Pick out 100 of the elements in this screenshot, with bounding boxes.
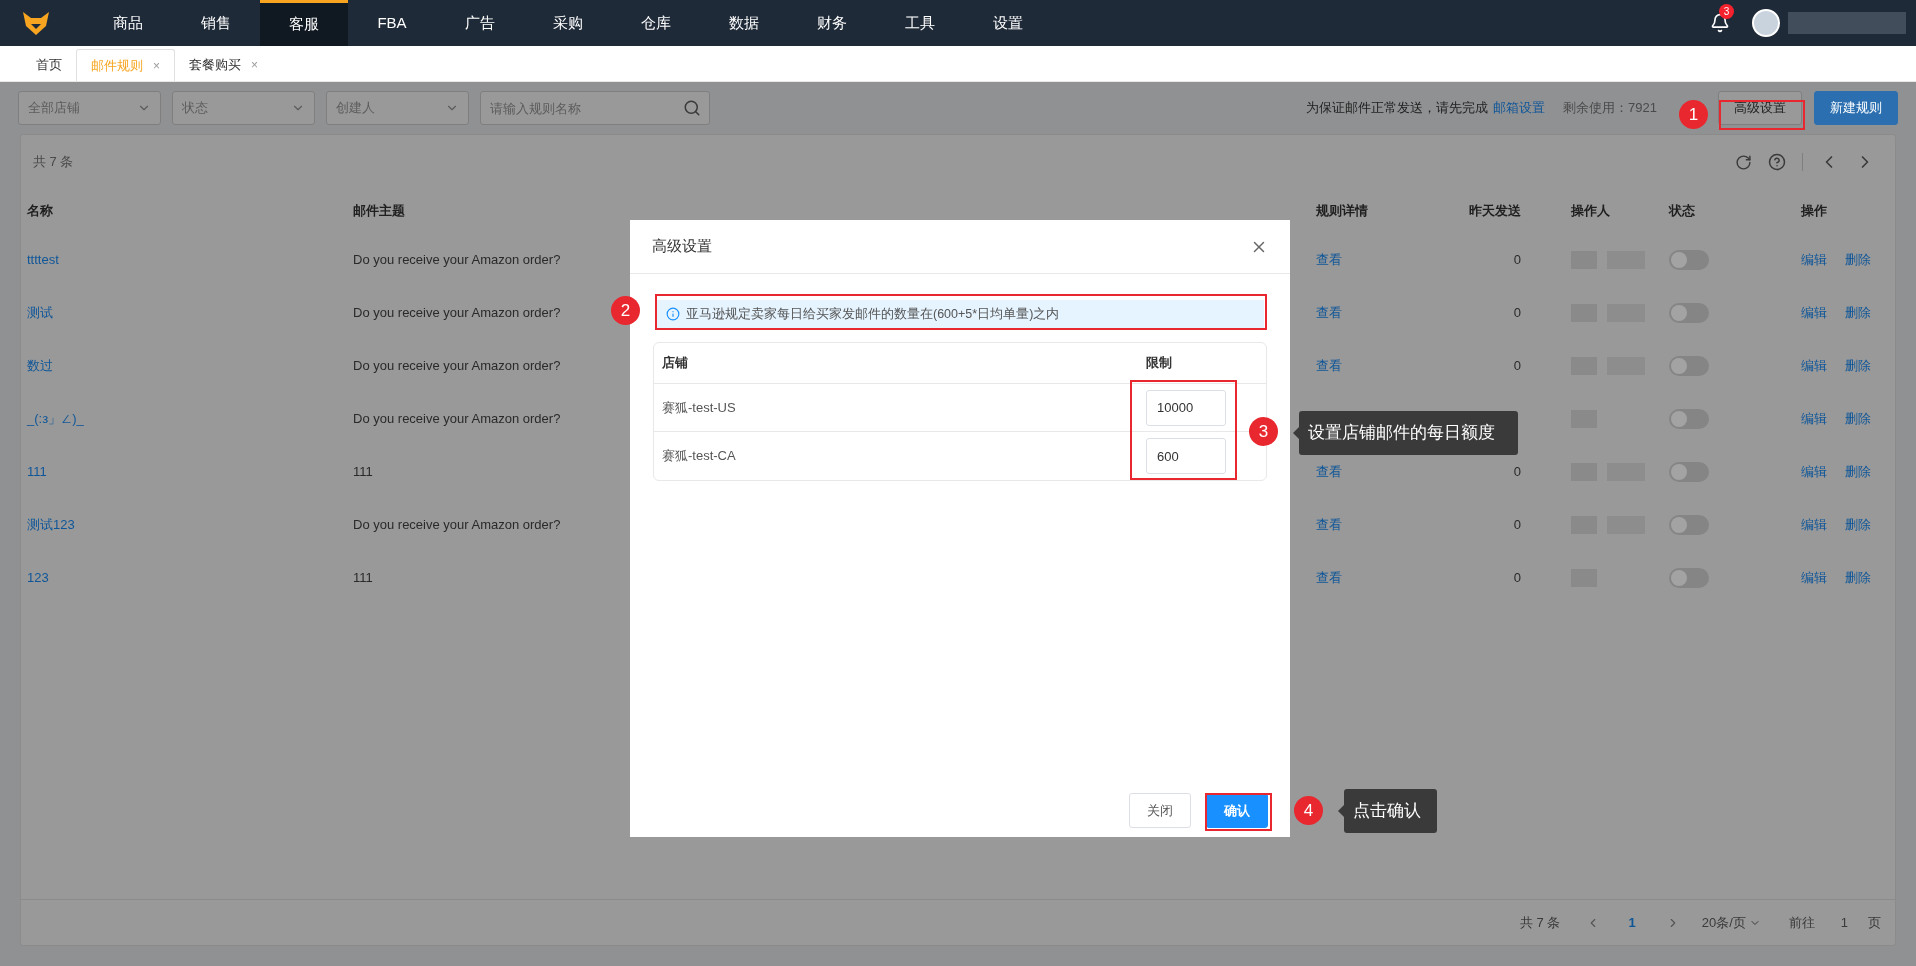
limit-input[interactable]: 10000	[1146, 389, 1226, 426]
table-cell-text: 0	[1513, 250, 1521, 269]
view-link[interactable]: 查看	[1316, 355, 1342, 376]
total-count: 共 7 条	[33, 153, 74, 172]
secondary-button[interactable]: 关闭	[1129, 793, 1191, 828]
nav-menu-item[interactable]: 客服	[260, 0, 348, 46]
secondary-button[interactable]: 高级设置	[1718, 91, 1802, 125]
edit-link[interactable]: 编辑	[1801, 461, 1827, 482]
tooltip-text: 设置店铺邮件的每日额度	[1308, 422, 1495, 445]
mailbox-settings-link[interactable]: 邮箱设置	[1493, 98, 1545, 118]
rule-name-link[interactable]: 数过	[27, 355, 53, 376]
page-size-select[interactable]: 20条/页	[1701, 912, 1761, 933]
page-tab[interactable]: 邮件规则 ×	[76, 49, 175, 81]
column-header: 店铺	[662, 354, 689, 373]
nav-menu-item[interactable]: 销售	[172, 0, 260, 46]
pagination-total: 共 7 条	[1520, 913, 1561, 932]
view-link[interactable]: 查看	[1316, 249, 1342, 270]
nav-menu-item[interactable]: 工具	[876, 0, 964, 46]
table-cell-text: 0	[1513, 462, 1521, 481]
primary-button[interactable]: 新建规则	[1814, 91, 1898, 125]
nav-menu-item[interactable]: 商品	[84, 0, 172, 46]
column-header: 规则详情	[1316, 202, 1369, 221]
view-link[interactable]: 查看	[1316, 567, 1342, 588]
shop-name: 赛狐-test-CA	[662, 447, 737, 466]
rule-name-link[interactable]: _(:з」∠)_	[27, 408, 84, 429]
edit-link[interactable]: 编辑	[1801, 355, 1827, 376]
goto-page-field[interactable]: 1	[1840, 912, 1848, 933]
table-cell-text: 0	[1513, 303, 1521, 322]
table-cell-text: 111	[353, 462, 373, 481]
delete-link[interactable]: 删除	[1845, 249, 1871, 270]
page-number[interactable]: 1	[1628, 912, 1636, 933]
status-toggle[interactable]	[1669, 461, 1709, 482]
rule-name-link[interactable]: 测试123	[27, 514, 75, 535]
filter-select[interactable]: 状态	[172, 91, 315, 125]
edit-link[interactable]: 编辑	[1801, 567, 1827, 588]
nav-menu-item[interactable]: 采购	[524, 0, 612, 46]
nav-menu-item[interactable]: 仓库	[612, 0, 700, 46]
help-icon[interactable]	[1768, 153, 1786, 171]
rule-name-link[interactable]: 测试	[27, 302, 53, 323]
refresh-icon[interactable]	[1735, 153, 1752, 171]
limit-input[interactable]: 600	[1146, 438, 1226, 474]
edit-link[interactable]: 编辑	[1801, 408, 1827, 429]
primary-button[interactable]: 确认	[1206, 793, 1268, 828]
column-header: 限制	[1146, 354, 1173, 373]
column-header: 操作人	[1570, 202, 1611, 221]
step-number-badge: 1	[1679, 100, 1708, 129]
page-tab[interactable]: 套餐购买 ×	[175, 49, 273, 81]
rule-name-link[interactable]: 123	[27, 567, 49, 588]
notice-text: 为保证邮件正常发送，请先完成	[1306, 99, 1488, 118]
column-header: 状态	[1669, 202, 1696, 221]
user-avatar[interactable]	[1752, 9, 1780, 37]
table-cell-text: 0	[1513, 515, 1521, 534]
delete-link[interactable]: 删除	[1845, 408, 1871, 429]
remaining-usage-text: 剩余使用：7921	[1563, 99, 1658, 118]
info-icon	[666, 307, 680, 321]
nav-menu-item[interactable]: 财务	[788, 0, 876, 46]
table-cell-text: 111	[353, 568, 373, 587]
delete-link[interactable]: 删除	[1845, 567, 1871, 588]
nav-menu-item[interactable]: 设置	[964, 0, 1052, 46]
page-unit-label: 页	[1868, 913, 1881, 932]
status-toggle[interactable]	[1669, 355, 1709, 376]
status-toggle[interactable]	[1669, 249, 1709, 270]
page-tab[interactable]: 首页	[22, 49, 76, 81]
column-header: 操作	[1801, 202, 1828, 221]
table-cell-text: Do you receive your Amazon order?	[353, 356, 561, 375]
delete-link[interactable]: 删除	[1845, 355, 1871, 376]
table-cell-text: Do you receive your Amazon order?	[353, 409, 561, 428]
edit-link[interactable]: 编辑	[1801, 249, 1827, 270]
highlight-frame	[1205, 793, 1272, 831]
delete-link[interactable]: 删除	[1845, 302, 1871, 323]
tooltip-text: 点击确认	[1353, 800, 1421, 823]
edit-link[interactable]: 编辑	[1801, 302, 1827, 323]
view-link[interactable]: 查看	[1316, 461, 1342, 482]
nav-menu-item[interactable]: FBA	[348, 0, 436, 46]
fox-logo-icon	[22, 10, 50, 36]
view-link[interactable]: 查看	[1316, 514, 1342, 535]
search-icon[interactable]	[683, 99, 701, 117]
delete-link[interactable]: 删除	[1845, 461, 1871, 482]
alert-text: 亚马逊规定卖家每日给买家发邮件的数量在(600+5*日均单量)之内	[686, 305, 1060, 323]
column-header: 名称	[27, 202, 54, 221]
status-toggle[interactable]	[1669, 302, 1709, 323]
status-toggle[interactable]	[1669, 408, 1709, 429]
dialog-title: 高级设置	[652, 236, 712, 257]
table-cell-text: 0	[1513, 356, 1521, 375]
notification-bell-icon[interactable]	[1710, 13, 1730, 33]
view-link[interactable]: 查看	[1316, 302, 1342, 323]
status-toggle[interactable]	[1669, 567, 1709, 588]
status-toggle[interactable]	[1669, 514, 1709, 535]
nav-menu-item[interactable]: 数据	[700, 0, 788, 46]
filter-select[interactable]: 创建人	[326, 91, 469, 125]
filter-select[interactable]: 全部店铺	[18, 91, 161, 125]
table-cell-text: 0	[1513, 568, 1521, 587]
notification-badge: 3	[1719, 4, 1734, 19]
column-header: 昨天发送	[1468, 202, 1521, 221]
rule-name-link[interactable]: 111	[27, 461, 47, 482]
nav-menu-item[interactable]: 广告	[436, 0, 524, 46]
table-cell-text: Do you receive your Amazon order?	[353, 250, 561, 269]
rule-name-link[interactable]: ttttest	[27, 249, 59, 270]
delete-link[interactable]: 删除	[1845, 514, 1871, 535]
edit-link[interactable]: 编辑	[1801, 514, 1827, 535]
